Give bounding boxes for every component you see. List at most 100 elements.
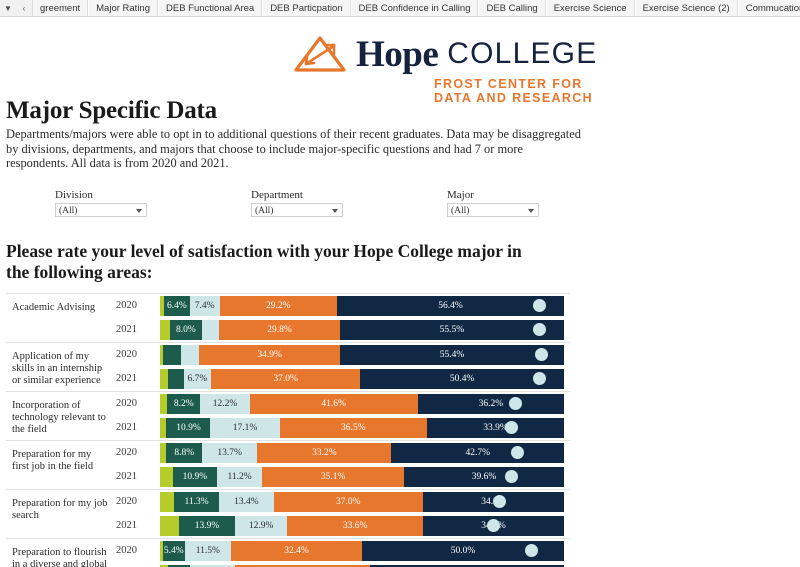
browser-tab[interactable]: Exercise Science — [545, 0, 635, 16]
page-title: Major Specific Data — [6, 97, 217, 124]
chevron-down-icon[interactable] — [332, 208, 338, 213]
bar-segment[interactable]: 29.8% — [219, 319, 340, 340]
filter-label: Division — [55, 188, 93, 201]
bar-segment[interactable]: 13.9% — [178, 515, 236, 536]
average-marker-icon — [504, 470, 518, 483]
question-label: Preparation to flourish in a diverse and… — [12, 546, 108, 567]
bar-segment[interactable]: 37.0% — [210, 368, 361, 389]
browser-tab[interactable]: DEB Particpation — [262, 0, 351, 16]
bar-segment[interactable]: 29.2% — [219, 295, 338, 316]
bar-segment[interactable]: 33.9% — [427, 417, 564, 438]
bar-segment[interactable] — [160, 319, 170, 340]
question-label: Incorporation of technology relevant to … — [12, 399, 106, 435]
filter-value: (All) — [255, 205, 274, 216]
bar-segment[interactable]: 6.7% — [183, 368, 211, 389]
stacked-bar[interactable]: 8.8% 13.7% 33.2% 42.7% — [160, 442, 564, 463]
chart-question-group: Preparation to flourish in a diverse and… — [6, 539, 570, 567]
bar-segment[interactable]: 37.0% — [273, 491, 423, 512]
stacked-bar[interactable]: 6.4% 7.4% 29.2% 56.4% — [160, 295, 564, 316]
stacked-bar[interactable]: 10.9% 11.2% 35.1% 39.6% — [160, 466, 564, 487]
logo-word-hope: Hope — [356, 33, 439, 75]
bar-segment[interactable]: 34.9% — [199, 344, 341, 365]
bar-segment[interactable]: 36.2% — [417, 393, 564, 414]
bar-segment[interactable] — [202, 319, 220, 340]
stacked-bar[interactable]: 8.0% 29.8% 55.5% — [160, 319, 564, 340]
filter-dropdown[interactable]: (All) — [447, 202, 539, 217]
stacked-bar[interactable]: 13.9%12.9%33.6%34.9% — [160, 515, 564, 536]
bar-segment[interactable]: 32.4% — [231, 540, 362, 561]
bar-segment[interactable] — [163, 344, 181, 365]
browser-tab[interactable]: Exercise Science (2) — [634, 0, 738, 16]
filter-dropdown[interactable]: (All) — [55, 202, 147, 217]
bar-segment[interactable]: 7.4% — [189, 295, 220, 316]
bar-segment[interactable]: 33.2% — [257, 442, 392, 463]
chevron-down-icon[interactable] — [136, 208, 142, 213]
stacked-bar[interactable]: 8.2% 12.2% 41.6% 36.2% — [160, 393, 564, 414]
bar-segment[interactable]: 39.6% — [403, 466, 564, 487]
tab-menu-icon[interactable]: ▼ — [0, 0, 16, 16]
bar-segment[interactable]: 10.9% — [166, 417, 211, 438]
logo-header: Hope COLLEGE FROST CENTER FOR DATA AND R… — [0, 17, 800, 105]
bar-segment[interactable]: 10.9% — [172, 466, 217, 487]
bar-segment[interactable]: 5.4% — [162, 540, 185, 561]
bar-segment[interactable] — [160, 491, 174, 512]
bar-segment[interactable]: 6.4% — [164, 295, 190, 316]
chart-row: 202111.1%33.5%47.9% — [112, 563, 570, 567]
bar-segment[interactable]: 56.4% — [337, 295, 564, 316]
chevron-down-icon[interactable] — [528, 208, 534, 213]
bar-segment[interactable]: 13.7% — [202, 442, 258, 463]
bar-segment[interactable] — [160, 515, 179, 536]
browser-tab[interactable]: greement — [32, 0, 89, 16]
question-rows: 2020 11.3%13.4%37.0%34.9% 2021 13.9%12.9%33… — [112, 490, 570, 538]
bar-segment[interactable]: 12.9% — [235, 515, 288, 536]
row-year-label: 2021 — [116, 422, 137, 433]
browser-tab[interactable]: Commucation — [737, 0, 800, 16]
stacked-bar[interactable]: 11.3%13.4%37.0%34.9% — [160, 491, 564, 512]
average-marker-icon — [509, 397, 523, 410]
average-marker-icon — [511, 446, 525, 459]
filter-value: (All) — [451, 205, 470, 216]
filter-dropdown[interactable]: (All) — [251, 202, 343, 217]
bar-segment[interactable]: 55.4% — [340, 344, 564, 365]
stacked-bar[interactable]: 10.9% 17.1% 36.5% 33.9% — [160, 417, 564, 438]
browser-tab[interactable]: DEB Functional Area — [158, 0, 263, 16]
section-heading: Please rate your level of satisfaction w… — [6, 240, 522, 282]
bar-segment[interactable] — [160, 368, 168, 389]
bar-segment[interactable]: 33.6% — [287, 515, 423, 536]
browser-tab[interactable]: DEB Confidence in Calling — [350, 0, 479, 16]
bar-segment[interactable]: 12.2% — [200, 393, 250, 414]
bar-segment[interactable]: 35.1% — [262, 466, 404, 487]
browser-tab[interactable]: DEB Calling — [478, 0, 546, 16]
bar-segment[interactable]: 41.6% — [249, 393, 418, 414]
bar-segment[interactable]: 55.5% — [339, 319, 564, 340]
bar-segment[interactable]: 11.5% — [184, 540, 232, 561]
stacked-bar[interactable]: 6.7% 37.0% 50.4% — [160, 368, 564, 389]
bar-segment[interactable]: 13.4% — [219, 491, 274, 512]
bar-segment[interactable]: 42.7% — [391, 442, 564, 463]
bar-segment[interactable]: 36.5% — [279, 417, 428, 438]
row-year-label: 2020 — [116, 300, 137, 311]
bar-segment[interactable]: 11.3% — [173, 491, 220, 512]
stacked-bar[interactable]: 5.4% 11.5% 32.4% 50.0% — [160, 540, 564, 561]
logo-subtitle-line2: DATA AND RESEARCH — [434, 91, 594, 105]
bar-segment[interactable] — [160, 393, 168, 414]
bar-segment[interactable]: 8.0% — [169, 319, 202, 340]
bar-segment[interactable]: 11.2% — [216, 466, 263, 487]
question-label: Academic Advising — [12, 301, 96, 313]
filter-division: Division (All) — [55, 189, 251, 217]
chart-row: 2020 5.4% 11.5% 32.4% 50.0% — [112, 539, 570, 563]
bar-segment[interactable] — [180, 344, 200, 365]
question-label: Preparation for my first job in the fiel… — [12, 448, 94, 472]
chart-question-group: Academic Advising 2020 6.4% 7.4% 29.2% 56.4% 2… — [6, 294, 570, 343]
bar-segment[interactable]: 8.2% — [167, 393, 201, 414]
tab-scroll-left-icon[interactable]: ‹ — [16, 0, 32, 16]
row-year-label: 2021 — [116, 471, 137, 482]
filter-bar: Division (All) Department (All) Major (All) — [55, 189, 800, 217]
bar-segment[interactable]: 17.1% — [210, 417, 280, 438]
bar-segment[interactable]: 8.8% — [166, 442, 202, 463]
bar-segment[interactable] — [167, 368, 184, 389]
bar-segment[interactable] — [160, 466, 173, 487]
stacked-bar[interactable]: 34.9% 55.4% — [160, 344, 564, 365]
filter-major: Major (All) — [447, 189, 643, 217]
browser-tab[interactable]: Major Rating — [88, 0, 158, 16]
